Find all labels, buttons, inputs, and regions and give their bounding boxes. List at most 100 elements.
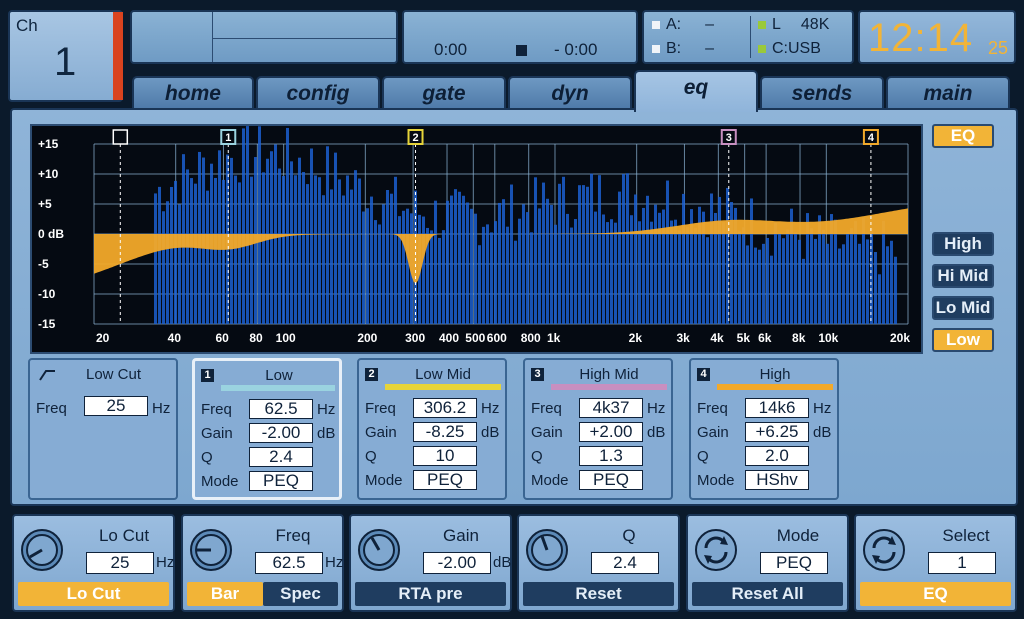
band-1-panel[interactable]: 1 Low Freq 62.5 Hz Gain -2.00 dB Q 2.4 Mode PEQ xyxy=(192,358,342,500)
tab-dyn[interactable]: dyn xyxy=(508,76,632,110)
knob-panel-3[interactable]: Gain -2.00 dB RTA pre xyxy=(349,514,512,612)
band-gain-value[interactable]: +6.25 xyxy=(745,422,809,442)
band-freq-value[interactable]: 4k37 xyxy=(579,398,643,418)
knob-panel-4[interactable]: Q 2.4 Reset xyxy=(517,514,680,612)
band-freq-value[interactable]: 14k6 xyxy=(745,398,809,418)
band-4-panel[interactable]: 4 High Freq 14k6 Hz Gain +6.25 dB Q 2.0 Mode HShv xyxy=(689,358,839,500)
band-q-label: Q xyxy=(531,448,543,465)
rotary-knob-icon[interactable] xyxy=(357,528,403,574)
rta-bar xyxy=(338,179,341,324)
band-mode-label: Mode xyxy=(365,472,403,489)
rta-bar xyxy=(554,224,557,324)
knob-button[interactable]: EQ xyxy=(860,582,1011,606)
band-gain-label: Gain xyxy=(201,425,233,442)
band-q-value[interactable]: 1.3 xyxy=(579,446,643,466)
rta-bar xyxy=(390,193,393,324)
rta-bar xyxy=(754,247,757,324)
tab-config[interactable]: config xyxy=(256,76,380,110)
band-gain-label: Gain xyxy=(365,424,397,441)
recorder-status-box[interactable]: A: – B: – L 48K C:USB xyxy=(642,10,854,64)
low-cut-icon xyxy=(39,370,55,381)
band-freq-label: Freq xyxy=(531,400,562,417)
band-high-button[interactable]: High xyxy=(932,232,994,256)
knob-value[interactable]: 1 xyxy=(928,552,996,574)
band-freq-value[interactable]: 306.2 xyxy=(413,398,477,418)
knob-panel-1[interactable]: Lo Cut 25 Hz Lo Cut xyxy=(12,514,175,612)
stop-icon[interactable] xyxy=(516,45,527,56)
low-cut-marker-icon[interactable] xyxy=(112,129,129,145)
band-mode-value[interactable]: PEQ xyxy=(249,471,313,491)
rta-bar xyxy=(402,210,405,324)
band-q-value[interactable]: 2.4 xyxy=(249,447,313,467)
rotary-knob-icon[interactable] xyxy=(189,528,235,574)
eq-graph[interactable]: +15 +10 +5 0 dB -5 -10 -15 20 40 60 80 100 200 300 400… xyxy=(30,124,923,354)
rotate-arrows-icon[interactable] xyxy=(694,528,740,574)
knob-button[interactable]: Lo Cut xyxy=(18,582,169,606)
band-gain-unit: dB xyxy=(647,424,666,441)
knob-panel-5[interactable]: Mode PEQ Reset All xyxy=(686,514,849,612)
band-hi-mid-button[interactable]: Hi Mid xyxy=(932,264,994,288)
band-freq-value[interactable]: 62.5 xyxy=(249,399,313,419)
knob-button[interactable]: Reset All xyxy=(692,582,843,606)
knob-value[interactable]: 25 xyxy=(86,552,154,574)
y-tick-label: +15 xyxy=(38,137,59,151)
band-q-label: Q xyxy=(365,448,377,465)
band-marker-label: 2 xyxy=(412,132,418,144)
rta-bar xyxy=(878,274,881,324)
knob-value[interactable]: PEQ xyxy=(760,552,828,574)
channel-number: 1 xyxy=(54,40,77,84)
low-cut-panel[interactable]: Low Cut Freq 25 Hz xyxy=(28,358,178,500)
tab-home[interactable]: home xyxy=(132,76,254,110)
knob-button[interactable]: RTA pre xyxy=(355,582,506,606)
knob-value[interactable]: -2.00 xyxy=(423,552,491,574)
channel-label: Ch xyxy=(16,16,38,35)
tab-main[interactable]: main xyxy=(886,76,1010,110)
spec-button[interactable]: Spec xyxy=(263,582,338,606)
rotate-arrows-icon[interactable] xyxy=(862,528,908,574)
knob-panel-2[interactable]: Freq 62.5 Hz Bar Spec xyxy=(181,514,344,612)
band-q-value[interactable]: 10 xyxy=(413,446,477,466)
clock-seconds: 25 xyxy=(988,38,1009,58)
rta-bar xyxy=(294,175,297,324)
rta-bar xyxy=(678,230,681,324)
rta-bar xyxy=(394,176,397,324)
rta-bar xyxy=(642,207,645,324)
rta-bar xyxy=(470,208,473,324)
band-3-panel[interactable]: 3 High Mid Freq 4k37 Hz Gain +2.00 dB Q 1.3 Mode PE… xyxy=(523,358,673,500)
band-mode-value[interactable]: PEQ xyxy=(413,470,477,490)
band-mode-value[interactable]: PEQ xyxy=(579,470,643,490)
channel-name-box[interactable] xyxy=(130,10,398,64)
knob-panel-6[interactable]: Select 1 EQ xyxy=(854,514,1017,612)
tab-eq[interactable]: eq xyxy=(634,70,758,112)
tab-gate[interactable]: gate xyxy=(382,76,506,110)
band-q-value[interactable]: 2.0 xyxy=(745,446,809,466)
rotary-knob-icon[interactable] xyxy=(525,528,571,574)
band-lo-mid-button[interactable]: Lo Mid xyxy=(932,296,994,320)
band-marker-label: 3 xyxy=(726,132,732,144)
rotary-knob-icon[interactable] xyxy=(20,528,66,574)
band-gain-value[interactable]: -2.00 xyxy=(249,423,313,443)
bar-button[interactable]: Bar xyxy=(187,582,263,606)
eq-toggle-button[interactable]: EQ xyxy=(932,124,994,148)
rta-bar xyxy=(750,198,753,324)
tab-sends[interactable]: sends xyxy=(760,76,884,110)
knob-value[interactable]: 62.5 xyxy=(255,552,323,574)
band-gain-value[interactable]: +2.00 xyxy=(579,422,643,442)
knob-value[interactable]: 2.4 xyxy=(591,552,659,574)
rta-bar xyxy=(290,161,293,324)
channel-indicator[interactable]: Ch 1 xyxy=(8,10,123,102)
band-low-button[interactable]: Low xyxy=(932,328,994,352)
knob-button[interactable]: Reset xyxy=(523,582,674,606)
rta-bar xyxy=(826,243,829,324)
rta-bar xyxy=(370,196,373,324)
transport-time-box[interactable]: 0:00 - 0:00 xyxy=(402,10,638,64)
rta-bar xyxy=(814,238,817,324)
rta-bar xyxy=(670,220,673,324)
band-2-panel[interactable]: 2 Low Mid Freq 306.2 Hz Gain -8.25 dB Q 10 Mode PEQ xyxy=(357,358,507,500)
low-cut-freq-value[interactable]: 25 xyxy=(84,396,148,416)
band-marker-label: 1 xyxy=(225,132,231,144)
rta-bar xyxy=(838,248,841,324)
band-mode-value[interactable]: HShv xyxy=(745,470,809,490)
band-gain-value[interactable]: -8.25 xyxy=(413,422,477,442)
rta-bar xyxy=(822,229,825,324)
